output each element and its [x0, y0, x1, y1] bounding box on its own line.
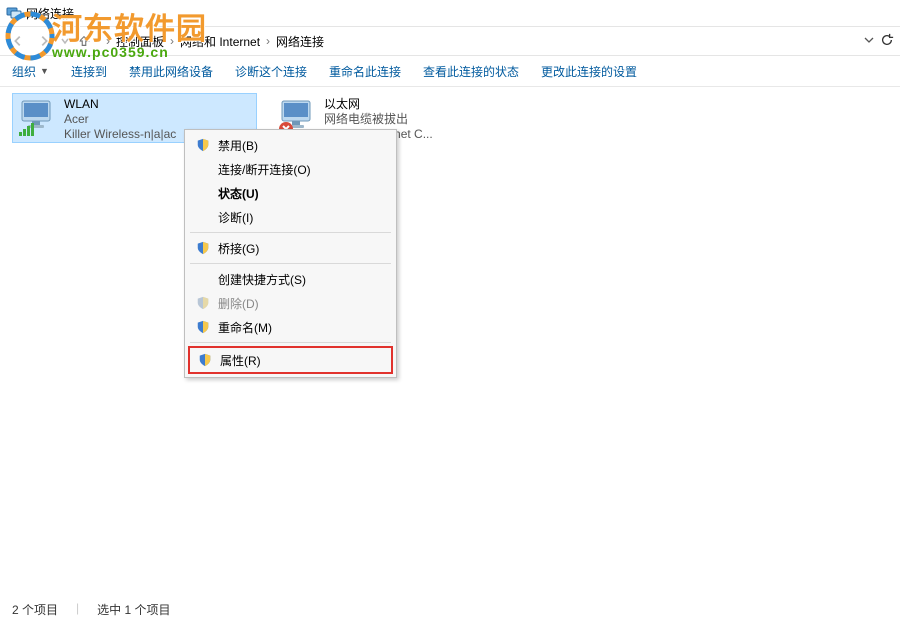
- address-dropdown-icon[interactable]: [864, 34, 874, 48]
- toolbar-label: 更改此连接的设置: [541, 63, 637, 80]
- network-icon: [6, 5, 22, 21]
- menu-create-shortcut[interactable]: 创建快捷方式(S): [188, 267, 393, 291]
- menu-separator: [190, 342, 391, 343]
- toolbar-view-status[interactable]: 查看此连接的状态: [423, 63, 519, 80]
- toolbar-label: 查看此连接的状态: [423, 63, 519, 80]
- toolbar-connect-to[interactable]: 连接到: [71, 63, 107, 80]
- toolbar-label: 诊断这个连接: [235, 63, 307, 80]
- toolbar-label: 禁用此网络设备: [129, 63, 213, 80]
- breadcrumb-seg-network-connections[interactable]: 网络连接: [276, 33, 324, 50]
- menu-bridge[interactable]: 桥接(G): [188, 236, 393, 260]
- toolbar-label: 重命名此连接: [329, 63, 401, 80]
- toolbar-label: 组织: [12, 63, 36, 80]
- shield-icon: [194, 241, 212, 255]
- toolbar-diagnose[interactable]: 诊断这个连接: [235, 63, 307, 80]
- monitor-icon: [18, 97, 58, 137]
- chevron-right-icon: ›: [106, 34, 110, 48]
- status-item-count: 2 个项目: [12, 601, 58, 618]
- shield-icon: [194, 138, 212, 152]
- window-titlebar: 网络连接: [0, 0, 900, 27]
- menu-label: 重命名(M): [218, 319, 272, 336]
- refresh-button[interactable]: [880, 33, 894, 50]
- toolbar-disable-device[interactable]: 禁用此网络设备: [129, 63, 213, 80]
- menu-label: 禁用(B): [218, 137, 258, 154]
- menu-label: 桥接(G): [218, 240, 259, 257]
- menu-separator: [190, 232, 391, 233]
- up-button[interactable]: [74, 31, 94, 51]
- menu-delete[interactable]: 删除(D): [188, 291, 393, 315]
- menu-label: 连接/断开连接(O): [218, 161, 311, 178]
- menu-connect-disconnect[interactable]: 连接/断开连接(O): [188, 157, 393, 181]
- menu-diagnose[interactable]: 诊断(I): [188, 205, 393, 229]
- content-area: WLAN Acer Killer Wireless-n|a|ac 以太网 网络电…: [0, 87, 900, 597]
- status-bar: 2 个项目 | 选中 1 个项目: [12, 601, 170, 618]
- back-button[interactable]: [6, 29, 30, 53]
- adapter-device: Killer Wireless-n|a|ac: [64, 127, 176, 142]
- status-divider: |: [76, 601, 79, 618]
- menu-properties[interactable]: 属性(R): [188, 346, 393, 374]
- chevron-right-icon: ›: [266, 34, 270, 48]
- adapter-name: 以太网: [324, 97, 433, 112]
- command-bar: 组织 ▼ 连接到 禁用此网络设备 诊断这个连接 重命名此连接 查看此连接的状态 …: [0, 56, 900, 87]
- menu-label: 删除(D): [218, 295, 259, 312]
- menu-label: 状态(U): [218, 185, 259, 202]
- menu-label: 创建快捷方式(S): [218, 271, 306, 288]
- chevron-down-icon: ▼: [40, 66, 49, 76]
- breadcrumb[interactable]: › 控制面板 › 网络和 Internet › 网络连接: [100, 30, 860, 52]
- address-bar: › 控制面板 › 网络和 Internet › 网络连接: [0, 27, 900, 56]
- recent-dropdown[interactable]: [58, 29, 72, 53]
- context-menu: 禁用(B) 连接/断开连接(O) 状态(U) 诊断(I) 桥接(G) 创建快捷方…: [184, 129, 397, 378]
- toolbar-organize[interactable]: 组织 ▼: [12, 63, 49, 80]
- window-title: 网络连接: [26, 5, 74, 22]
- shield-icon: [196, 353, 214, 367]
- breadcrumb-seg-network-internet[interactable]: 网络和 Internet: [180, 33, 260, 50]
- toolbar-rename[interactable]: 重命名此连接: [329, 63, 401, 80]
- menu-label: 诊断(I): [218, 209, 253, 226]
- forward-button[interactable]: [32, 29, 56, 53]
- breadcrumb-seg-control-panel[interactable]: 控制面板: [116, 33, 164, 50]
- toolbar-label: 连接到: [71, 63, 107, 80]
- shield-icon: [194, 320, 212, 334]
- adapter-name: WLAN: [64, 97, 176, 112]
- menu-status[interactable]: 状态(U): [188, 181, 393, 205]
- menu-rename[interactable]: 重命名(M): [188, 315, 393, 339]
- toolbar-change-settings[interactable]: 更改此连接的设置: [541, 63, 637, 80]
- menu-label: 属性(R): [220, 352, 261, 369]
- signal-icon: [18, 123, 36, 137]
- menu-separator: [190, 263, 391, 264]
- shield-icon: [194, 296, 212, 310]
- status-selected-count: 选中 1 个项目: [97, 601, 170, 618]
- adapter-status: 网络电缆被拔出: [324, 112, 433, 127]
- chevron-right-icon: ›: [170, 34, 174, 48]
- adapter-status: Acer: [64, 112, 176, 127]
- menu-disable[interactable]: 禁用(B): [188, 133, 393, 157]
